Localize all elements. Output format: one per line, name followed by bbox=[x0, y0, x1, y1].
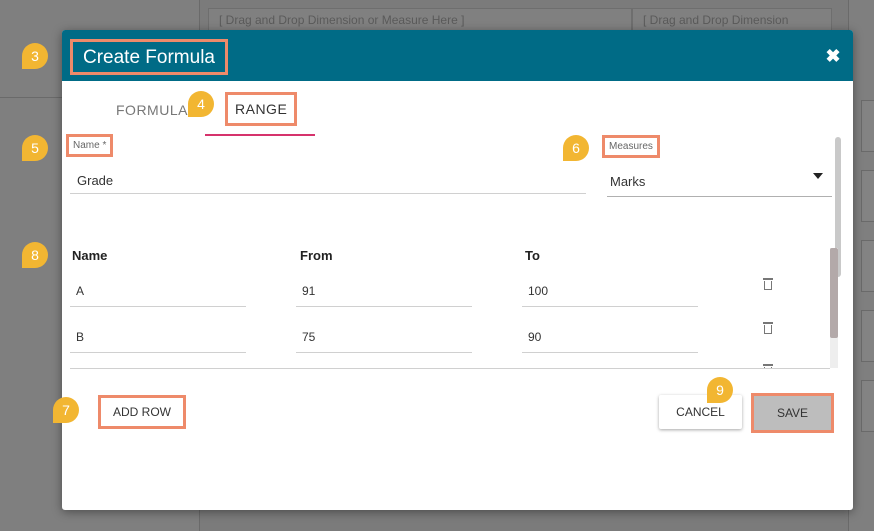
callout-number: 4 bbox=[197, 96, 205, 112]
row-from-input[interactable]: 91 bbox=[302, 284, 315, 298]
callout-marker: 9 bbox=[707, 377, 733, 403]
cancel-button[interactable]: CANCEL bbox=[659, 395, 742, 429]
range-scrollbar-thumb[interactable] bbox=[830, 248, 838, 338]
callout-number: 3 bbox=[31, 48, 39, 64]
input-underline bbox=[522, 306, 698, 307]
callout-marker: 7 bbox=[53, 397, 79, 423]
callout-marker: 6 bbox=[563, 135, 589, 161]
background-tile bbox=[861, 380, 874, 432]
range-table: Name From To A 91 100 B 75 90 bbox=[70, 240, 830, 368]
callout-marker: 4 bbox=[188, 91, 214, 117]
column-header-name: Name bbox=[72, 248, 108, 263]
background-tile bbox=[861, 170, 874, 222]
row-to-input[interactable]: 100 bbox=[528, 284, 548, 298]
measures-label: Measures bbox=[602, 135, 660, 158]
row-from-input[interactable]: 75 bbox=[302, 330, 315, 344]
tab-formula[interactable]: FORMULA bbox=[116, 102, 188, 118]
callout-number: 9 bbox=[716, 382, 724, 398]
column-header-to: To bbox=[525, 248, 540, 263]
callout-marker: 8 bbox=[22, 242, 48, 268]
row-name-input[interactable]: B bbox=[76, 330, 84, 344]
close-icon[interactable]: ✖ bbox=[821, 44, 845, 68]
create-formula-dialog: Create Formula ✖ FORMULA RANGE Name * Gr… bbox=[62, 30, 853, 510]
column-header-from: From bbox=[300, 248, 333, 263]
input-underline bbox=[296, 306, 472, 307]
dialog-title: Create Formula bbox=[70, 39, 228, 75]
callout-marker: 3 bbox=[22, 43, 48, 69]
background-tile bbox=[861, 100, 874, 152]
dialog-header: Create Formula ✖ bbox=[62, 30, 853, 81]
callout-number: 7 bbox=[62, 402, 70, 418]
name-label: Name * bbox=[66, 134, 114, 157]
active-tab-indicator bbox=[205, 134, 315, 136]
background-tile bbox=[861, 310, 874, 362]
background-tile bbox=[861, 240, 874, 292]
input-underline bbox=[70, 306, 246, 307]
measures-select-underline bbox=[607, 196, 832, 197]
input-underline bbox=[70, 352, 246, 353]
trash-icon[interactable] bbox=[763, 278, 773, 290]
name-input-underline bbox=[70, 193, 586, 194]
callout-marker: 5 bbox=[22, 135, 48, 161]
measures-select[interactable]: Marks bbox=[610, 174, 645, 189]
callout-number: 5 bbox=[31, 140, 39, 156]
chevron-down-icon[interactable] bbox=[813, 173, 823, 179]
range-table-divider bbox=[70, 368, 830, 369]
name-input[interactable]: Grade bbox=[77, 173, 113, 188]
row-to-input[interactable]: 90 bbox=[528, 330, 541, 344]
row-name-input[interactable]: A bbox=[76, 284, 84, 298]
save-button[interactable]: SAVE bbox=[751, 393, 834, 433]
add-row-button[interactable]: ADD ROW bbox=[98, 395, 186, 429]
trash-icon[interactable] bbox=[763, 322, 773, 334]
callout-number: 8 bbox=[31, 247, 39, 263]
input-underline bbox=[296, 352, 472, 353]
input-underline bbox=[522, 352, 698, 353]
tab-range[interactable]: RANGE bbox=[225, 92, 298, 126]
callout-number: 6 bbox=[572, 140, 580, 156]
